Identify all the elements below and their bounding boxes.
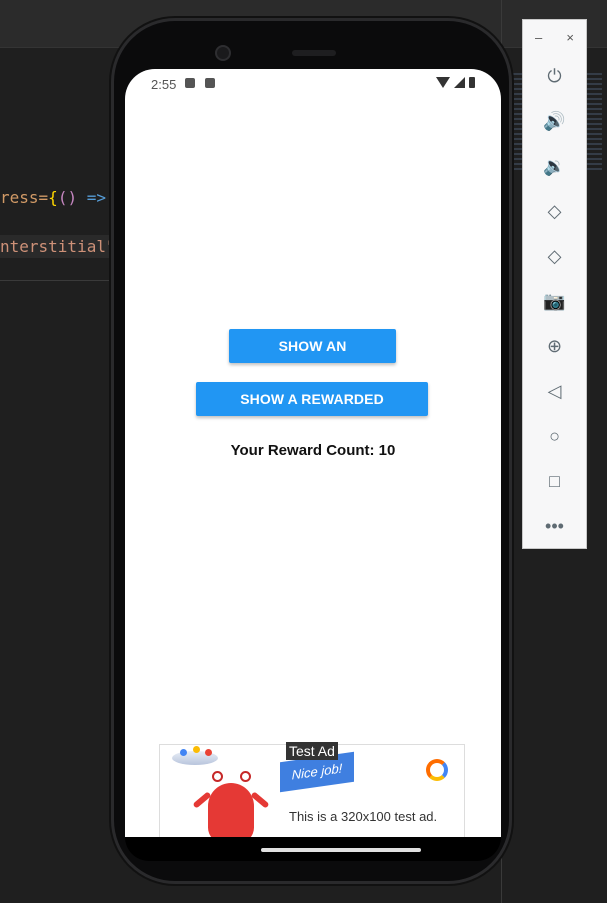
power-icon: ⏻ xyxy=(547,66,562,86)
emulator-window-controls: – × xyxy=(523,20,586,54)
ball-red xyxy=(205,749,212,756)
speaker-grille xyxy=(292,50,336,56)
ad-body-text: This is a 320x100 test ad. xyxy=(289,809,438,824)
volume-down-icon: 🔉 xyxy=(543,156,566,176)
volume-up-icon: 🔊 xyxy=(543,111,566,131)
zoom-button[interactable]: ⊕ xyxy=(523,324,586,369)
home-button[interactable]: ○ xyxy=(523,414,586,459)
show-interstitial-button[interactable]: SHOW AN INTERSTITIAL xyxy=(229,329,396,388)
volume-down-button[interactable]: 🔉 xyxy=(523,144,586,189)
more-icon: ••• xyxy=(545,516,564,536)
overview-button[interactable]: □ xyxy=(523,459,586,504)
monster-illustration xyxy=(208,783,254,837)
back-button[interactable]: ◁ xyxy=(523,369,586,414)
test-ad-label: Test Ad xyxy=(286,742,338,760)
volume-up-button[interactable]: 🔊 xyxy=(523,99,586,144)
back-icon: ◁ xyxy=(547,381,562,401)
monster-eye xyxy=(212,771,223,782)
overview-icon: □ xyxy=(549,471,560,491)
front-camera xyxy=(215,45,231,61)
power-button[interactable]: ⏻ xyxy=(523,54,586,99)
rotate-right-icon: ◇ xyxy=(547,246,562,266)
status-time: 2:55 xyxy=(151,77,177,92)
wifi-icon xyxy=(436,77,450,88)
code-line: ress={() => xyxy=(0,188,106,207)
signal-icon xyxy=(454,77,465,88)
sd-card-icon xyxy=(205,78,215,88)
battery-icon xyxy=(469,77,475,88)
phone-screen: 2:55 SHOW AN INTERSTITIAL SHOW A REWARDE… xyxy=(125,69,501,837)
system-icons xyxy=(436,77,475,88)
close-icon[interactable]: × xyxy=(566,30,574,45)
emulator-control-panel: – × ⏻ 🔊 🔉 ◇ ◇ 📷 ⊕ ◁ ○ □ ••• xyxy=(522,19,587,549)
ad-logo-icon xyxy=(426,759,448,781)
minimize-icon[interactable]: – xyxy=(535,30,542,45)
ball-yellow xyxy=(193,746,200,753)
ball-blue xyxy=(180,749,187,756)
notification-icon xyxy=(185,78,195,88)
rotate-right-button[interactable]: ◇ xyxy=(523,234,586,279)
home-icon: ○ xyxy=(549,426,560,446)
screenshot-button[interactable]: 📷 xyxy=(523,279,586,324)
home-gesture-handle[interactable] xyxy=(261,848,421,852)
show-rewarded-interstitial-button[interactable]: SHOW A REWARDED INTERSTITIAL xyxy=(196,382,428,441)
rotate-left-icon: ◇ xyxy=(547,201,562,221)
zoom-icon: ⊕ xyxy=(546,336,563,356)
camera-icon: 📷 xyxy=(543,291,566,311)
monster-eye xyxy=(240,771,251,782)
status-bar: 2:55 xyxy=(125,69,501,97)
rotate-left-button[interactable]: ◇ xyxy=(523,189,586,234)
code-line: nterstitial" xyxy=(0,235,116,258)
phone-frame: 2:55 SHOW AN INTERSTITIAL SHOW A REWARDE… xyxy=(111,18,512,884)
reward-count-text: Your Reward Count: 10 xyxy=(230,442,396,459)
more-button[interactable]: ••• xyxy=(523,504,586,549)
divider xyxy=(0,280,120,281)
